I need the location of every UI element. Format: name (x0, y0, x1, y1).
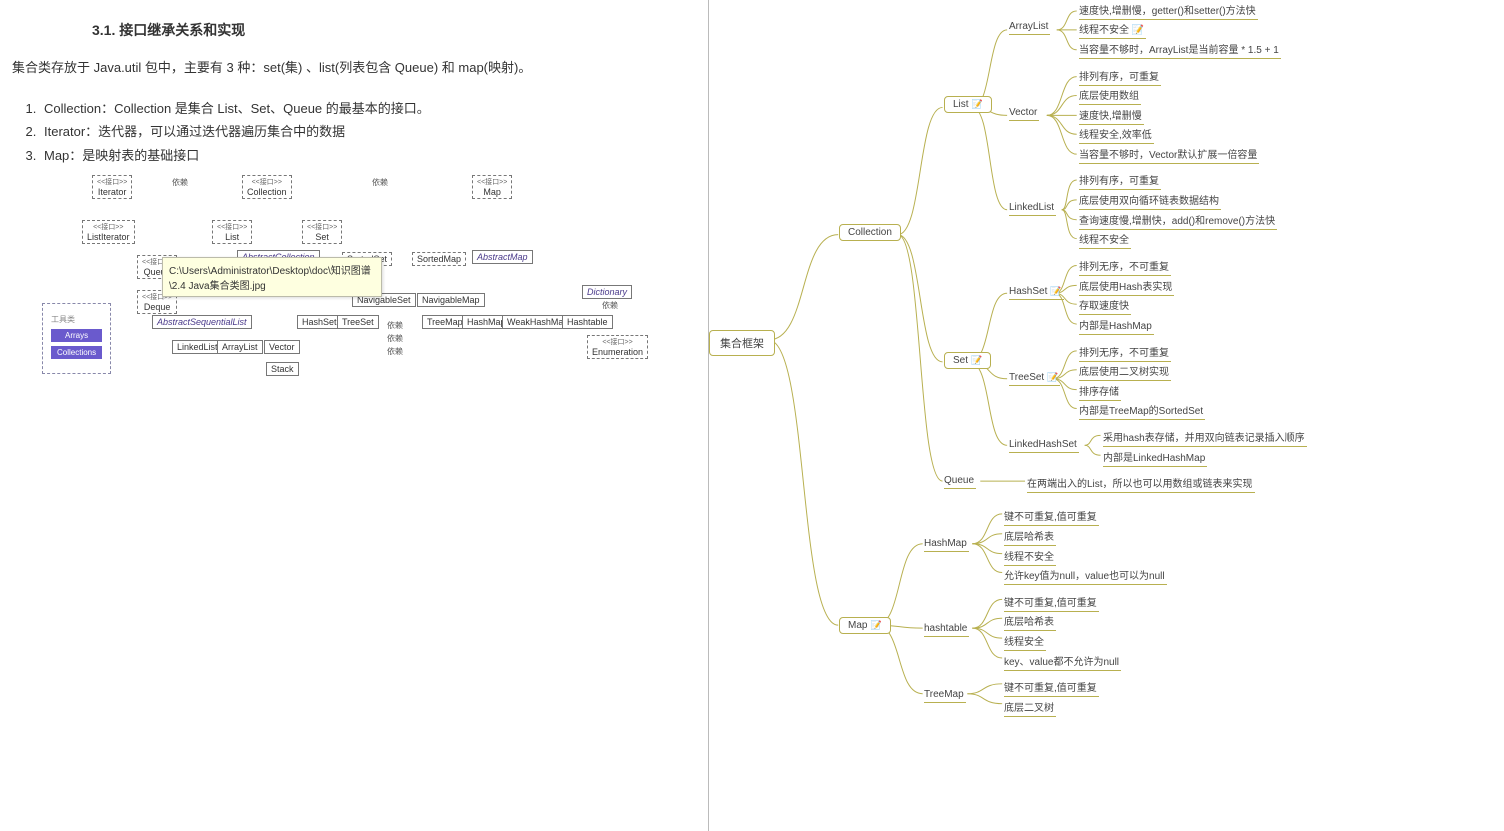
uml-map: Map (472, 175, 512, 199)
mm-leaf: 键不可重复,值可重复 (1004, 507, 1099, 526)
mm-leaf: 键不可重复,值可重复 (1004, 593, 1099, 612)
uml-vector: Vector (264, 340, 300, 354)
intro-paragraph: 集合类存放于 Java.util 包中，主要有 3 种：set(集) 、list… (12, 58, 688, 79)
uml-hashset: HashSet (297, 315, 342, 329)
mm-leaf: 查询速度慢,增删快，add()和remove()方法快 (1079, 211, 1277, 230)
page-right: 集合框架 Collection List📝 ArrayList 速度快,增删慢，… (709, 0, 1504, 831)
mm-leaf: 线程不安全 📝 (1079, 20, 1146, 39)
mm-treemap: TreeMap (924, 688, 966, 703)
mm-root: 集合框架 (709, 330, 775, 356)
uml-abstractmap: AbstractMap (472, 250, 533, 264)
uml-dep: 依赖 (387, 333, 403, 344)
uml-stack: Stack (266, 362, 299, 376)
uml-hashtable: Hashtable (562, 315, 613, 329)
mm-treeset: TreeSet📝 (1009, 371, 1060, 386)
uml-arrays: Arrays (51, 329, 102, 342)
uml-utility-box: 工具类 Arrays Collections (42, 303, 111, 374)
def-item: Map：是映射表的基础接口 (40, 144, 688, 167)
note-icon: 📝 (1047, 372, 1058, 382)
uml-diagram: 工具类 Arrays Collections Iterator 依赖 Colle… (42, 175, 662, 395)
mm-leaf: 底层二叉树 (1004, 698, 1056, 717)
uml-dep: 依赖 (372, 177, 388, 188)
mm-leaf: 线程安全,效率低 (1079, 125, 1154, 144)
mm-leaf: 允许key值为null，value也可以为null (1004, 566, 1167, 585)
note-icon: 📝 (971, 355, 982, 365)
mm-leaf: key、value都不允许为null (1004, 652, 1121, 671)
mm-leaf: 内部是HashMap (1079, 316, 1154, 335)
image-tooltip: C:\Users\Administrator\Desktop\doc\知识图谱\… (162, 257, 382, 297)
uml-utility-title: 工具类 (51, 315, 75, 324)
mm-leaf: 底层哈希表 (1004, 612, 1056, 631)
mm-leaf: 线程不安全 (1004, 547, 1056, 566)
uml-iterator: Iterator (92, 175, 132, 199)
def-item: Iterator：迭代器，可以通过迭代器遍历集合中的数据 (40, 120, 688, 143)
uml-abstractsequentiallist: AbstractSequentialList (152, 315, 252, 329)
mm-leaf: 排列有序，可重复 (1079, 171, 1161, 190)
mm-leaf: 在两端出入的List，所以也可以用数组或链表来实现 (1027, 474, 1255, 493)
note-icon: 📝 (972, 99, 983, 109)
mm-leaf: 当容量不够时，Vector默认扩展一倍容量 (1079, 145, 1259, 164)
uml-linkedlist: LinkedList (172, 340, 223, 354)
mm-leaf: 底层使用数组 (1079, 86, 1141, 105)
mm-leaf: 速度快,增删慢 (1079, 106, 1144, 125)
uml-dep: 依赖 (172, 177, 188, 188)
mm-linkedhashset: LinkedHashSet (1009, 438, 1079, 453)
mm-collection: Collection (839, 224, 901, 241)
mm-leaf: 底层哈希表 (1004, 527, 1056, 546)
mindmap: 集合框架 Collection List📝 ArrayList 速度快,增删慢，… (709, 0, 1504, 831)
note-icon: 📝 (1050, 286, 1061, 296)
mm-linkedlist: LinkedList (1009, 201, 1056, 216)
mm-leaf: 底层使用Hash表实现 (1079, 277, 1174, 296)
section-title: 3.1. 接口继承关系和实现 (92, 20, 688, 40)
uml-dep: 依赖 (602, 300, 618, 311)
def-item: Collection：Collection 是集合 List、Set、Queue… (40, 97, 688, 120)
mm-hashtable: hashtable (924, 622, 969, 637)
mm-leaf: 排列无序，不可重复 (1079, 257, 1171, 276)
mm-vector: Vector (1009, 106, 1039, 121)
uml-dep: 依赖 (387, 346, 403, 357)
uml-arraylist: ArrayList (217, 340, 263, 354)
mm-hashset: HashSet📝 (1009, 285, 1064, 300)
mm-leaf: 键不可重复,值可重复 (1004, 678, 1099, 697)
uml-collections: Collections (51, 346, 102, 359)
mm-list: List📝 (944, 96, 992, 113)
mm-leaf: 底层使用二叉树实现 (1079, 362, 1171, 381)
uml-treemap: TreeMap (422, 315, 468, 329)
note-icon: 📝 (870, 620, 881, 630)
uml-sortedmap: SortedMap (412, 252, 466, 266)
uml-navigablemap: NavigableMap (417, 293, 485, 307)
uml-dictionary: Dictionary (582, 285, 632, 299)
uml-treeset: TreeSet (337, 315, 379, 329)
mm-set: Set📝 (944, 352, 991, 369)
mm-leaf: 底层使用双向循环链表数据结构 (1079, 191, 1221, 210)
uml-set: Set (302, 220, 342, 244)
mm-leaf: 速度快,增删慢，getter()和setter()方法快 (1079, 1, 1258, 20)
uml-dep: 依赖 (387, 320, 403, 331)
mm-leaf: 当容量不够时，ArrayList是当前容量 * 1.5 + 1 (1079, 40, 1281, 59)
uml-listiterator: ListIterator (82, 220, 135, 244)
definition-list: Collection：Collection 是集合 List、Set、Queue… (12, 97, 688, 167)
mm-queue: Queue (944, 474, 976, 489)
uml-list: List (212, 220, 252, 244)
mm-map: Map📝 (839, 617, 891, 634)
mm-leaf: 线程不安全 (1079, 230, 1131, 249)
mm-arraylist: ArrayList (1009, 20, 1050, 35)
mm-leaf: 内部是LinkedHashMap (1103, 448, 1207, 467)
uml-enumeration: Enumeration (587, 335, 648, 359)
mm-leaf: 线程安全 (1004, 632, 1046, 651)
mm-leaf: 排序存储 (1079, 382, 1121, 401)
mm-hashmap: HashMap (924, 537, 969, 552)
mm-leaf: 采用hash表存储，并用双向链表记录插入顺序 (1103, 428, 1307, 447)
mm-leaf: 存取速度快 (1079, 296, 1131, 315)
mm-leaf: 排列有序，可重复 (1079, 67, 1161, 86)
uml-collection: Collection (242, 175, 292, 199)
mm-leaf: 内部是TreeMap的SortedSet (1079, 401, 1205, 420)
mm-leaf: 排列无序，不可重复 (1079, 343, 1171, 362)
page-left: 3.1. 接口继承关系和实现 集合类存放于 Java.util 包中，主要有 3… (0, 0, 708, 831)
